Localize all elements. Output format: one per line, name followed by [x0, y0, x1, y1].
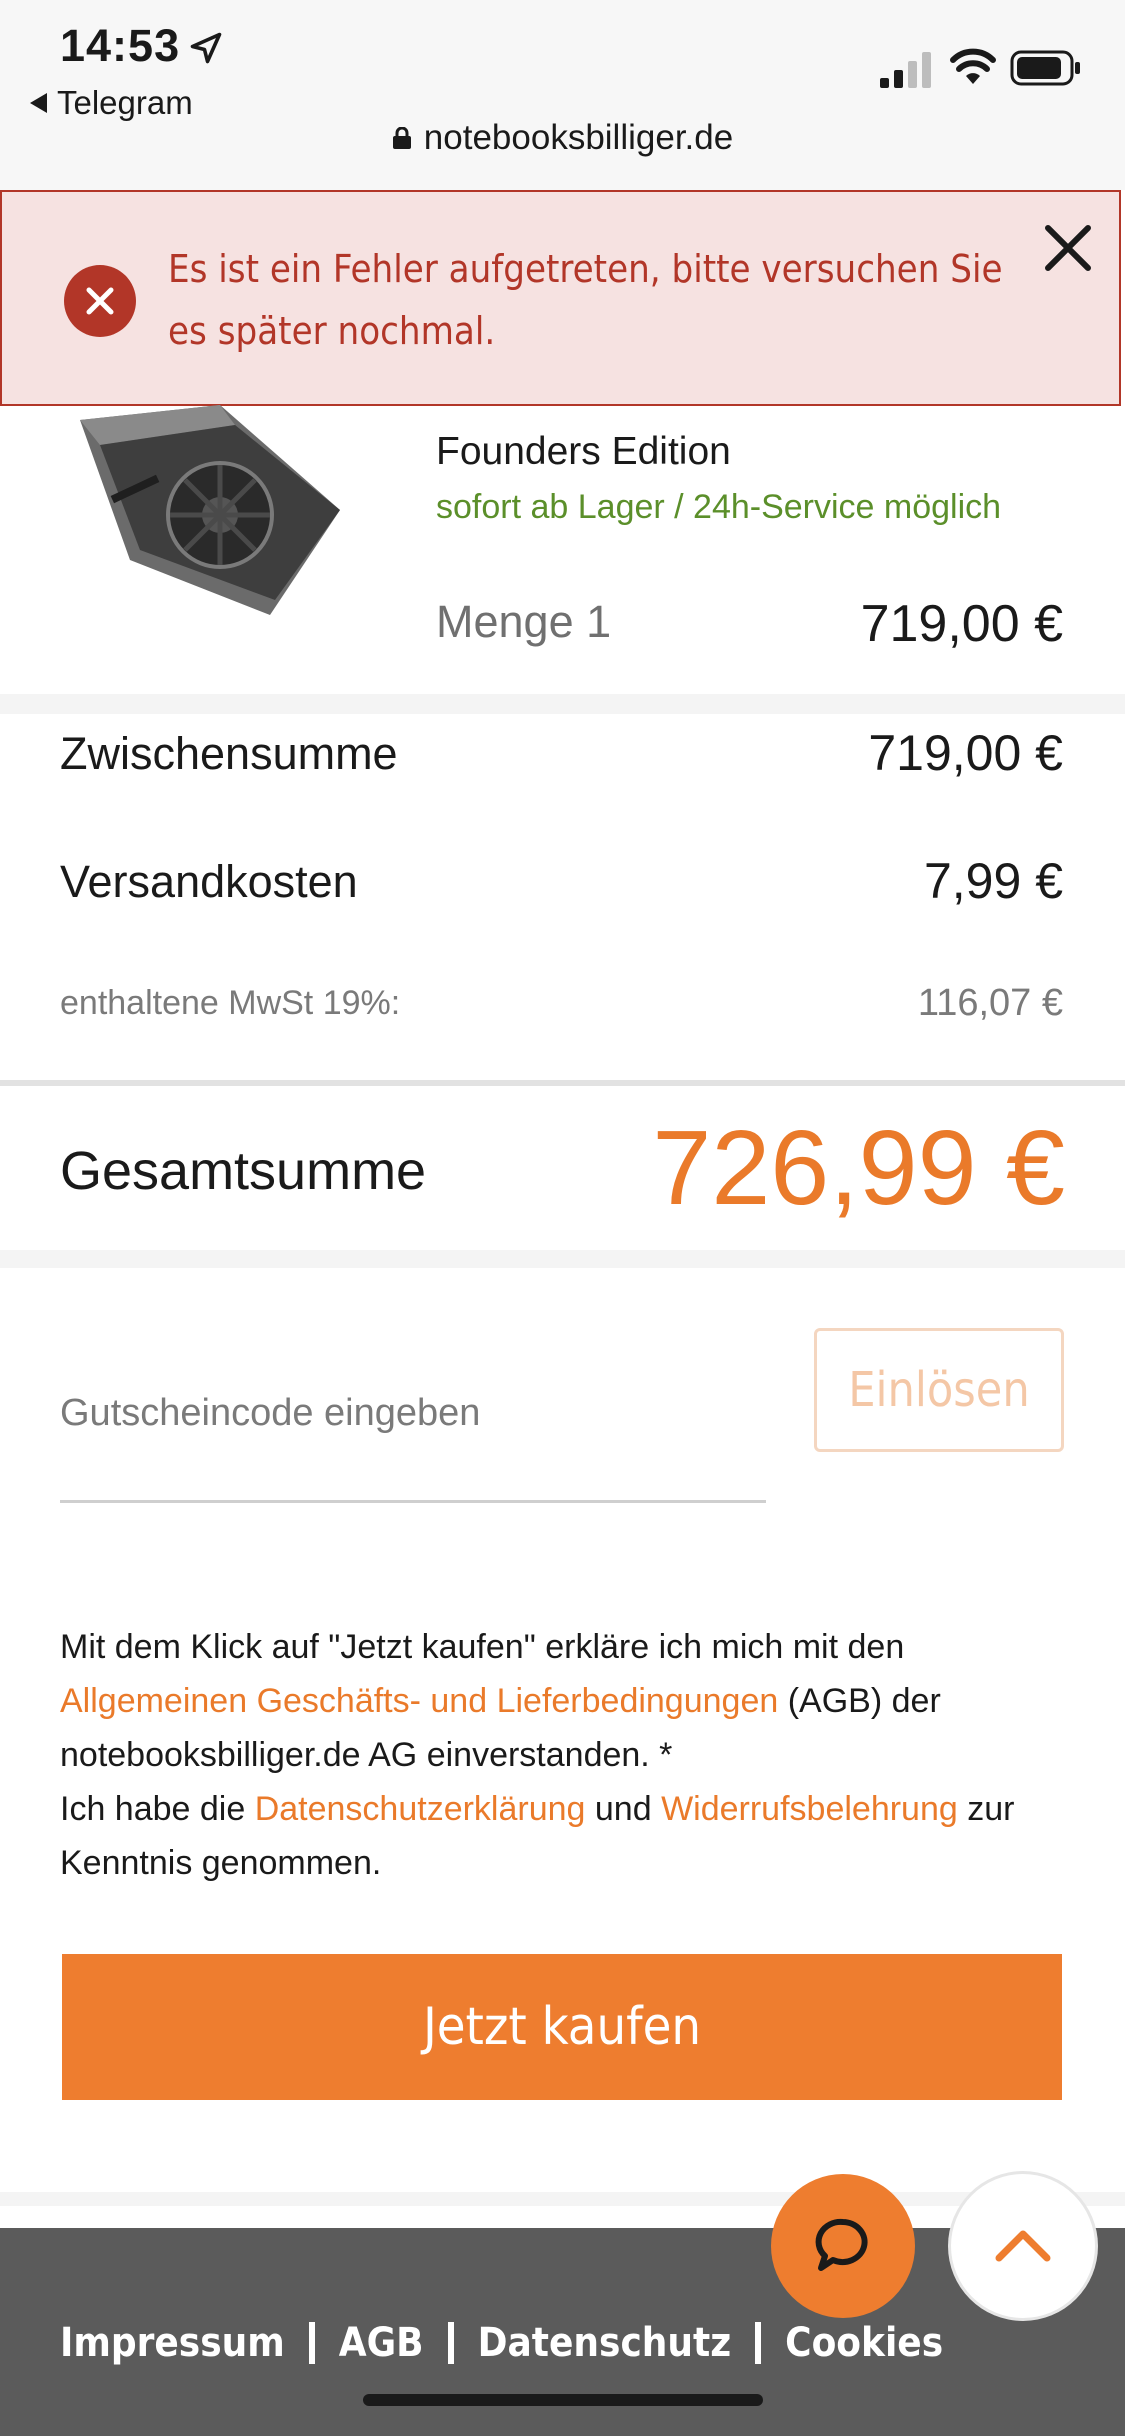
legal-text-part: Mit dem Klick auf "Jetzt kaufen" erkläre…: [60, 1628, 905, 1666]
chevron-up-icon: [995, 2230, 1051, 2262]
section-divider: [0, 1250, 1125, 1268]
back-to-app[interactable]: Telegram: [30, 84, 193, 122]
lock-icon: [392, 127, 411, 149]
vat-label: enthaltene MwSt 19%:: [60, 984, 401, 1022]
subtotal-value: 719,00 €: [868, 725, 1063, 781]
signal-icon: [880, 52, 931, 88]
product-image: [80, 405, 340, 615]
footer-link-datenschutz[interactable]: Datenschutz: [478, 2320, 732, 2366]
redeem-button[interactable]: Einlösen: [814, 1328, 1064, 1452]
back-arrow-icon: [30, 93, 47, 113]
product-price: 719,00 €: [860, 595, 1063, 653]
privacy-link[interactable]: Datenschutzerklärung: [255, 1790, 586, 1828]
legal-text: Mit dem Klick auf "Jetzt kaufen" erkläre…: [60, 1620, 1070, 1890]
product-title[interactable]: Founders Edition: [436, 430, 731, 474]
shipping-value: 7,99 €: [923, 853, 1063, 909]
section-divider: [0, 2192, 1125, 2206]
footer-link-impressum[interactable]: Impressum: [60, 2320, 285, 2366]
shipping-label: Versandkosten: [60, 856, 358, 907]
footer-separator: [308, 2322, 315, 2364]
legal-text-part: und: [585, 1790, 662, 1828]
total-label: Gesamtsumme: [60, 1141, 427, 1201]
error-message: Es ist ein Fehler aufgetreten, bitte ver…: [168, 247, 1003, 353]
subtotal-label: Zwischensumme: [60, 728, 398, 779]
footer-separator: [755, 2322, 762, 2364]
chat-bubble-icon: [815, 2218, 868, 2271]
address-bar[interactable]: notebooksbilliger.de: [0, 118, 1125, 158]
legal-text-part: Ich habe die: [60, 1790, 255, 1828]
section-divider: [0, 694, 1125, 714]
battery-icon: [1010, 50, 1080, 86]
buy-now-button[interactable]: Jetzt kaufen: [62, 1954, 1062, 2100]
footer-links: Impressum AGB Datenschutz Cookies: [60, 2320, 943, 2366]
vat-value: 116,07 €: [917, 982, 1063, 1024]
location-arrow-icon: [190, 32, 222, 64]
home-indicator[interactable]: [363, 2394, 763, 2406]
voucher-input[interactable]: Gutscheincode eingeben: [60, 1392, 480, 1435]
url-text: notebooksbilliger.de: [423, 118, 734, 157]
total-value: 726,99 €: [652, 1109, 1065, 1227]
footer-link-cookies[interactable]: Cookies: [785, 2320, 943, 2366]
quantity-label: Menge 1: [436, 596, 612, 647]
chat-button[interactable]: [771, 2174, 915, 2318]
error-circle-icon: [64, 265, 136, 337]
withdrawal-link[interactable]: Widerrufsbelehrung: [661, 1790, 958, 1828]
close-icon[interactable]: [1038, 218, 1098, 278]
voucher-underline: [60, 1500, 766, 1503]
footer-separator: [447, 2322, 454, 2364]
agb-link[interactable]: Allgemeinen Geschäfts- und Lieferbedingu…: [60, 1682, 778, 1720]
scroll-to-top-button[interactable]: [951, 2174, 1095, 2318]
wifi-icon: [950, 48, 996, 84]
status-time: 14:53: [60, 20, 181, 71]
back-app-label: Telegram: [57, 84, 193, 121]
footer-link-agb[interactable]: AGB: [339, 2320, 424, 2366]
product-availability: sofort ab Lager / 24h-Service möglich: [436, 488, 1002, 526]
section-divider: [0, 1080, 1125, 1086]
